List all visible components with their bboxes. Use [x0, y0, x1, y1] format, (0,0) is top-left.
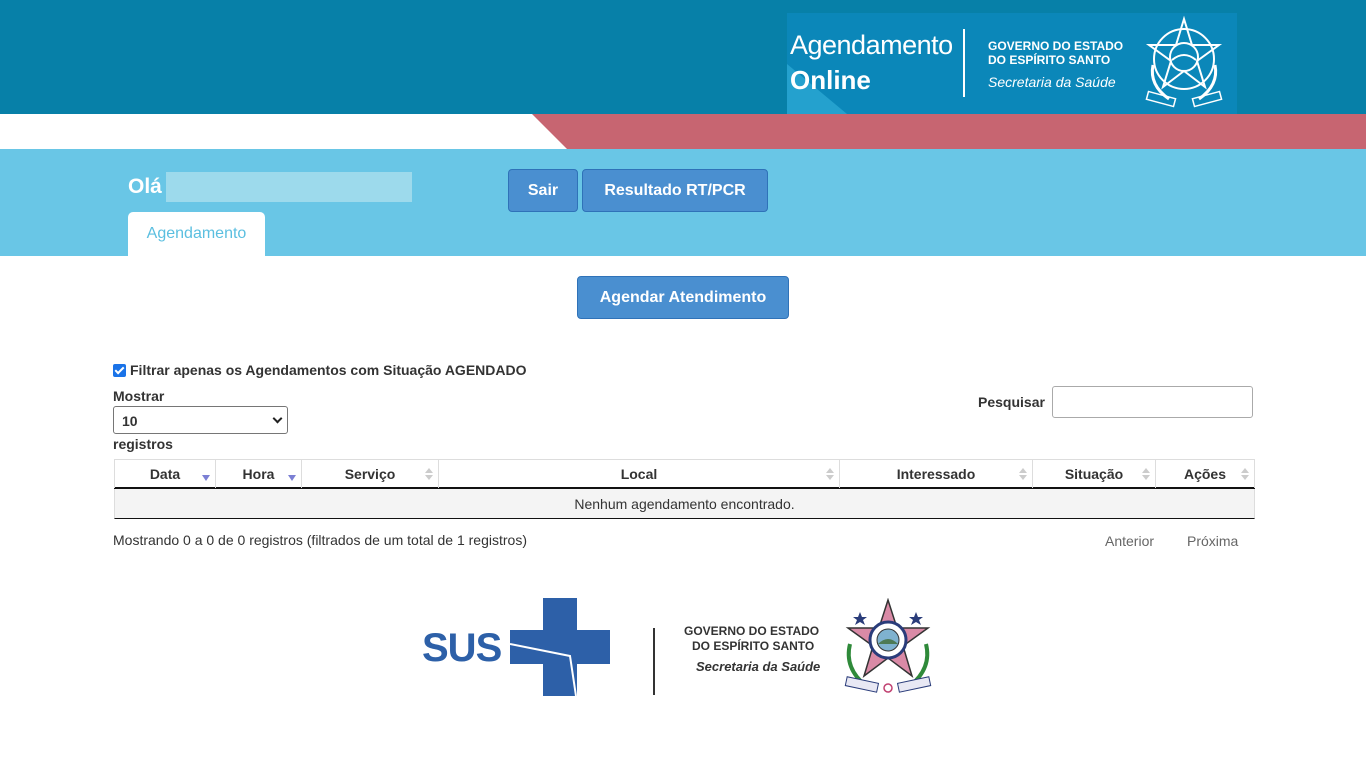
gov-name-line2: DO ESPÍRITO SANTO: [988, 53, 1111, 67]
state-seal-color-icon: [844, 598, 932, 693]
filter-checkbox[interactable]: [113, 363, 126, 377]
column-header-servico[interactable]: Serviço: [301, 460, 438, 488]
column-label: Interessado: [896, 466, 976, 482]
tab-agendamento[interactable]: Agendamento: [128, 212, 265, 256]
search-input[interactable]: [1052, 386, 1253, 418]
column-header-hora[interactable]: Hora: [215, 460, 301, 488]
column-label: Situação: [1064, 466, 1124, 482]
next-page-button[interactable]: Próxima: [1187, 533, 1238, 549]
chevron-down-icon: [272, 413, 283, 424]
greeting: Olá: [128, 175, 162, 198]
show-label: Mostrar: [113, 388, 165, 404]
gov-secretariat: Secretaria da Saúde: [988, 74, 1116, 90]
state-seal-icon: [1145, 15, 1223, 108]
footer-secretariat: Secretaria da Saúde: [696, 659, 821, 674]
column-header-data[interactable]: Data: [114, 460, 215, 488]
footer-divider: [653, 628, 655, 695]
sort-icon: [1019, 468, 1027, 481]
footer-logos: SUS GOVERNO DO ESTADO DO ESPÍRITO SANTO …: [420, 598, 940, 698]
sus-logo-text: SUS: [422, 626, 502, 670]
brand-title-line1: Agendamento: [790, 30, 953, 60]
previous-page-button[interactable]: Anterior: [1105, 533, 1154, 549]
column-header-interessado[interactable]: Interessado: [839, 460, 1032, 488]
column-header-acoes[interactable]: Ações: [1155, 460, 1255, 488]
brand-title-line2: Online: [790, 65, 871, 95]
footer-gov-line2: DO ESPÍRITO SANTO: [692, 639, 815, 653]
header-red-stripe: [532, 114, 1366, 149]
brand-divider: [963, 29, 965, 97]
footer-gov-line1: GOVERNO DO ESTADO: [684, 624, 820, 638]
header-bar: Agendamento Online GOVERNO DO ESTADO DO …: [0, 0, 1366, 114]
table-header: Data Hora Serviço Local Interessado Situ…: [114, 459, 1255, 489]
page-size-value: 10: [122, 413, 138, 429]
column-label: Ações: [1183, 466, 1227, 482]
sort-desc-icon: [202, 475, 210, 481]
sort-desc-icon: [288, 475, 296, 481]
search-label: Pesquisar: [978, 394, 1045, 410]
sus-cross-icon: [510, 598, 610, 696]
gov-name-line1: GOVERNO DO ESTADO: [988, 39, 1124, 53]
sort-icon: [425, 468, 433, 481]
column-header-situacao[interactable]: Situação: [1032, 460, 1155, 488]
records-label: registros: [113, 436, 173, 452]
pcr-result-button[interactable]: Resultado RT/PCR: [582, 169, 768, 212]
column-label: Serviço: [344, 466, 396, 482]
column-label: Hora: [242, 466, 275, 482]
page-size-select[interactable]: 10: [113, 406, 288, 434]
filter-label: Filtrar apenas os Agendamentos com Situa…: [130, 362, 527, 378]
column-label: Data: [149, 466, 181, 482]
logout-button[interactable]: Sair: [508, 169, 578, 212]
brand-logo: Agendamento Online GOVERNO DO ESTADO DO …: [787, 13, 1237, 114]
table-info: Mostrando 0 a 0 de 0 registros (filtrado…: [113, 532, 527, 548]
column-label: Local: [620, 466, 658, 482]
user-name-redacted: [166, 172, 412, 202]
sort-icon: [826, 468, 834, 481]
column-header-local[interactable]: Local: [438, 460, 839, 488]
filter-scheduled: Filtrar apenas os Agendamentos com Situa…: [113, 362, 527, 378]
sort-icon: [1241, 468, 1249, 481]
table-empty-row: Nenhum agendamento encontrado.: [114, 489, 1255, 519]
sort-icon: [1142, 468, 1150, 481]
schedule-appointment-button[interactable]: Agendar Atendimento: [577, 276, 789, 319]
